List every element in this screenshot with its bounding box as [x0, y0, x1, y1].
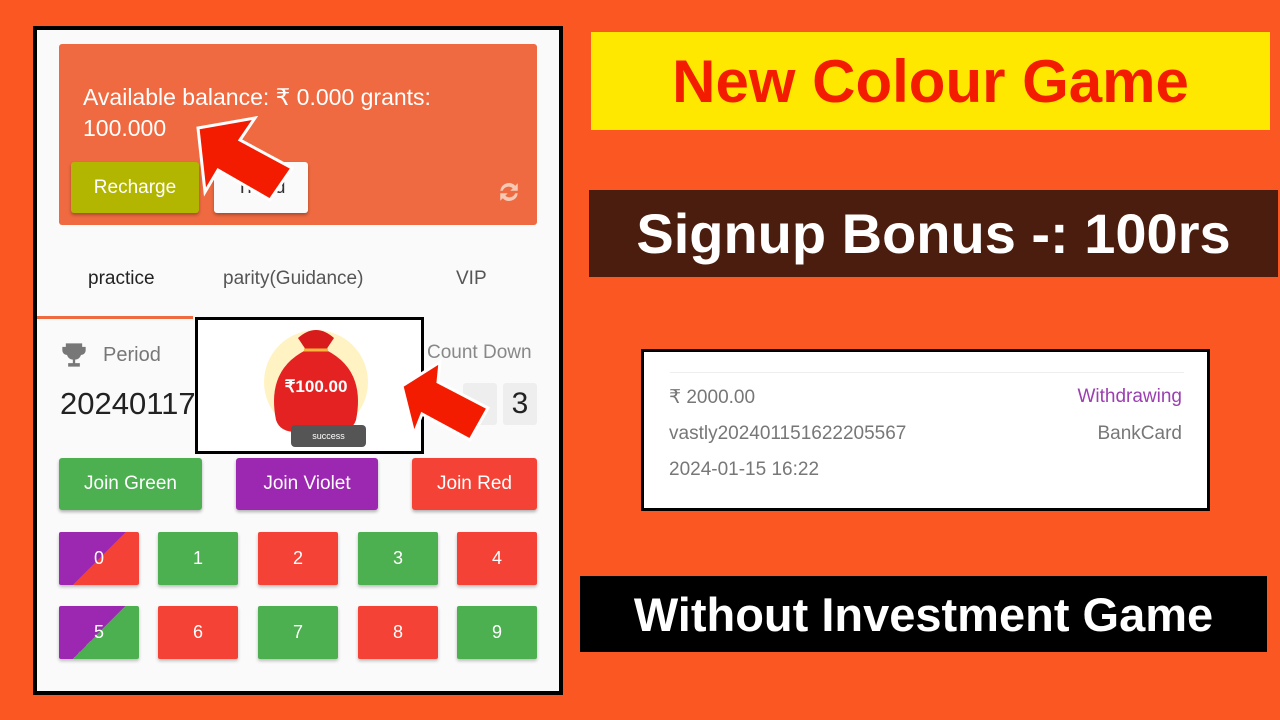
arrow-icon: [196, 115, 295, 202]
withdrawal-method: BankCard: [1097, 423, 1183, 444]
title-banner: New Colour Game: [591, 32, 1270, 130]
bonus-banner: Signup Bonus -: 100rs: [589, 190, 1278, 277]
arrow-icon: [400, 359, 491, 443]
tagline-banner: Without Investment Game: [580, 576, 1267, 652]
divider: [670, 372, 1184, 373]
red-arrow-icons: [196, 115, 491, 443]
order-id: vastly202401151622205567: [669, 423, 907, 444]
withdrawal-record: ₹ 2000.00 Withdrawing vastly202401151622…: [641, 349, 1210, 511]
withdrawal-status: Withdrawing: [1077, 386, 1182, 407]
withdrawal-amount: ₹ 2000.00: [669, 387, 756, 408]
withdrawal-datetime: 2024-01-15 16:22: [669, 459, 820, 480]
